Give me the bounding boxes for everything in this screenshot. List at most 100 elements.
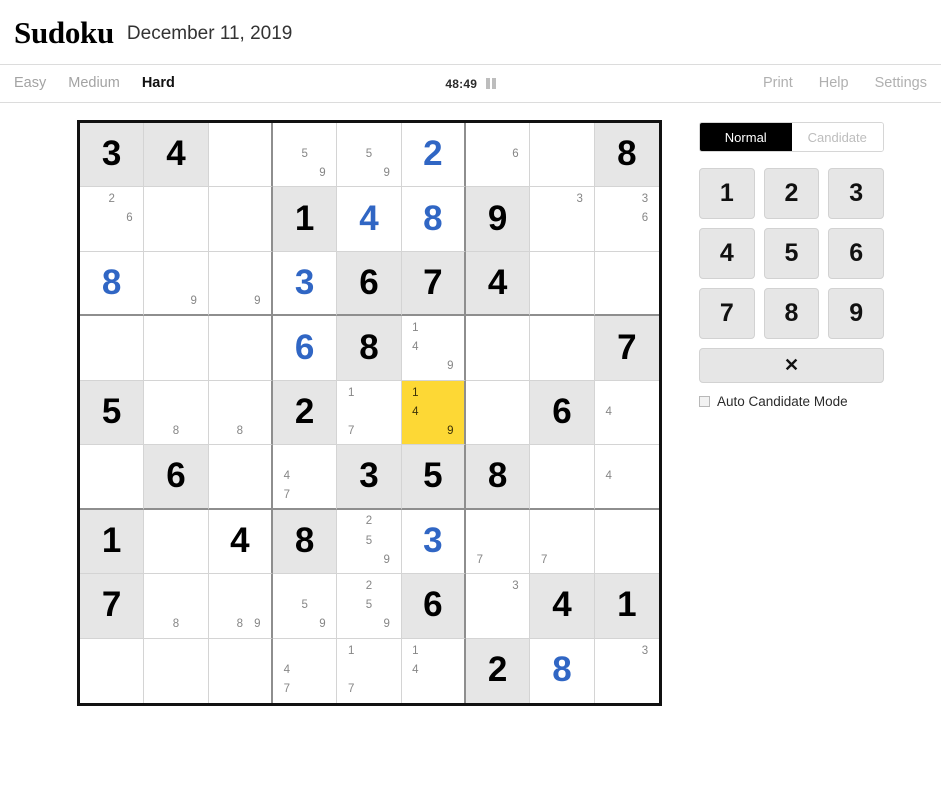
cell-r4c7[interactable] (466, 316, 531, 381)
cell-r8c9[interactable]: 1 (594, 574, 659, 639)
cell-r9c7[interactable]: 2 (466, 638, 531, 703)
cell-r6c5[interactable]: 3 (337, 445, 402, 510)
cell-r5c5[interactable]: 17 (337, 380, 402, 446)
cell-r4c9[interactable]: 7 (594, 316, 659, 381)
cell-r7c7[interactable]: 7 (466, 509, 531, 575)
settings-link[interactable]: Settings (875, 76, 927, 91)
cell-r9c3[interactable] (208, 638, 273, 703)
print-link[interactable]: Print (763, 76, 793, 91)
cell-r5c9[interactable]: 4 (594, 380, 659, 446)
num-button-5[interactable]: 5 (763, 228, 820, 279)
cell-r4c4[interactable]: 6 (273, 316, 338, 381)
cell-r7c3[interactable]: 4 (208, 509, 273, 575)
cell-r2c9[interactable]: 36 (594, 187, 659, 252)
cell-r9c2[interactable] (144, 638, 209, 703)
cell-r7c2[interactable] (144, 509, 209, 575)
cell-r9c9[interactable]: 3 (594, 638, 659, 703)
cell-r6c4[interactable]: 47 (273, 445, 338, 510)
difficulty-medium[interactable]: Medium (68, 76, 120, 91)
num-button-4[interactable]: 4 (699, 228, 755, 279)
erase-button[interactable]: ✕ (699, 348, 884, 383)
cell-r4c6[interactable]: 1 4 9 (401, 316, 466, 381)
cell-r7c4[interactable]: 8 (273, 509, 338, 575)
cell-r2c4[interactable]: 1 (273, 187, 338, 252)
cell-r5c6[interactable]: 1 4 9 (401, 380, 466, 446)
cell-r9c5[interactable]: 17 (337, 638, 402, 703)
difficulty-easy[interactable]: Easy (14, 76, 46, 91)
cell-r3c3[interactable]: 9 (208, 251, 273, 317)
cell-r2c1[interactable]: 26 (80, 187, 145, 252)
num-button-3[interactable]: 3 (828, 168, 884, 219)
cell-r1c5[interactable]: 59 (337, 123, 402, 188)
cell-r4c8[interactable] (530, 316, 595, 381)
cell-r2c8[interactable]: 3 (530, 187, 595, 252)
cell-r9c8[interactable]: 8 (530, 638, 595, 703)
num-button-7[interactable]: 7 (699, 288, 755, 339)
cell-r1c7[interactable]: 6 (466, 123, 531, 188)
auto-candidate-checkbox[interactable] (699, 396, 710, 408)
cell-r8c8[interactable]: 4 (530, 574, 595, 639)
cell-r6c1[interactable] (80, 445, 145, 510)
cell-r8c5[interactable]: 2 59 (337, 574, 402, 639)
cell-r4c3[interactable] (208, 316, 273, 381)
cell-r6c6[interactable]: 5 (401, 445, 466, 510)
cell-r1c2[interactable]: 4 (144, 123, 209, 188)
num-button-6[interactable]: 6 (828, 228, 884, 279)
num-button-2[interactable]: 2 (763, 168, 820, 219)
cell-r7c1[interactable]: 1 (80, 509, 145, 575)
cell-r3c9[interactable] (594, 251, 659, 317)
cell-r1c3[interactable] (208, 123, 273, 188)
cell-r8c4[interactable]: 59 (273, 574, 338, 639)
cell-r7c6[interactable]: 3 (401, 509, 466, 575)
cell-r4c1[interactable] (80, 316, 145, 381)
cell-r7c8[interactable]: 7 (530, 509, 595, 575)
cell-r6c2[interactable]: 6 (144, 445, 209, 510)
cell-r7c9[interactable] (594, 509, 659, 575)
cell-r3c7[interactable]: 4 (466, 251, 531, 317)
cell-r7c5[interactable]: 2 59 (337, 509, 402, 575)
cell-r2c5[interactable]: 4 (337, 187, 402, 252)
cell-r5c8[interactable]: 6 (530, 380, 595, 446)
cell-r9c4[interactable]: 47 (273, 638, 338, 703)
cell-r1c6[interactable]: 2 (401, 123, 466, 188)
cell-r6c7[interactable]: 8 (466, 445, 531, 510)
auto-candidate-label[interactable]: Auto Candidate Mode (717, 395, 848, 409)
cell-r8c6[interactable]: 6 (401, 574, 466, 639)
cell-r2c6[interactable]: 8 (401, 187, 466, 252)
cell-r3c5[interactable]: 6 (337, 251, 402, 317)
cell-r3c2[interactable]: 9 (144, 251, 209, 317)
sudoku-board[interactable]: 3459592682614893368993674681497588217149… (77, 120, 662, 706)
cell-r1c8[interactable] (530, 123, 595, 188)
cell-r2c3[interactable] (208, 187, 273, 252)
cell-r9c1[interactable] (80, 638, 145, 703)
cell-r6c8[interactable] (530, 445, 595, 510)
cell-r3c6[interactable]: 7 (401, 251, 466, 317)
cell-r8c3[interactable]: 89 (208, 574, 273, 639)
cell-r4c5[interactable]: 8 (337, 316, 402, 381)
cell-r5c2[interactable]: 8 (144, 380, 209, 446)
pause-icon[interactable] (486, 78, 496, 89)
cell-r5c3[interactable]: 8 (208, 380, 273, 446)
cell-r8c7[interactable]: 3 (466, 574, 531, 639)
cell-r3c1[interactable]: 8 (80, 251, 145, 317)
cell-r5c7[interactable] (466, 380, 531, 446)
cell-r5c1[interactable]: 5 (80, 380, 145, 446)
num-button-8[interactable]: 8 (763, 288, 820, 339)
cell-r3c8[interactable] (530, 251, 595, 317)
cell-r2c2[interactable] (144, 187, 209, 252)
cell-r3c4[interactable]: 3 (273, 251, 338, 317)
cell-r1c9[interactable]: 8 (594, 123, 659, 188)
num-button-1[interactable]: 1 (699, 168, 755, 219)
num-button-9[interactable]: 9 (828, 288, 884, 339)
cell-r6c3[interactable] (208, 445, 273, 510)
mode-normal-button[interactable]: Normal (700, 123, 792, 151)
mode-candidate-button[interactable]: Candidate (791, 123, 883, 151)
cell-r2c7[interactable]: 9 (466, 187, 531, 252)
cell-r4c2[interactable] (144, 316, 209, 381)
cell-r8c1[interactable]: 7 (80, 574, 145, 639)
cell-r1c4[interactable]: 59 (273, 123, 338, 188)
cell-r1c1[interactable]: 3 (80, 123, 145, 188)
cell-r8c2[interactable]: 8 (144, 574, 209, 639)
cell-r9c6[interactable]: 14 (401, 638, 466, 703)
help-link[interactable]: Help (819, 76, 849, 91)
